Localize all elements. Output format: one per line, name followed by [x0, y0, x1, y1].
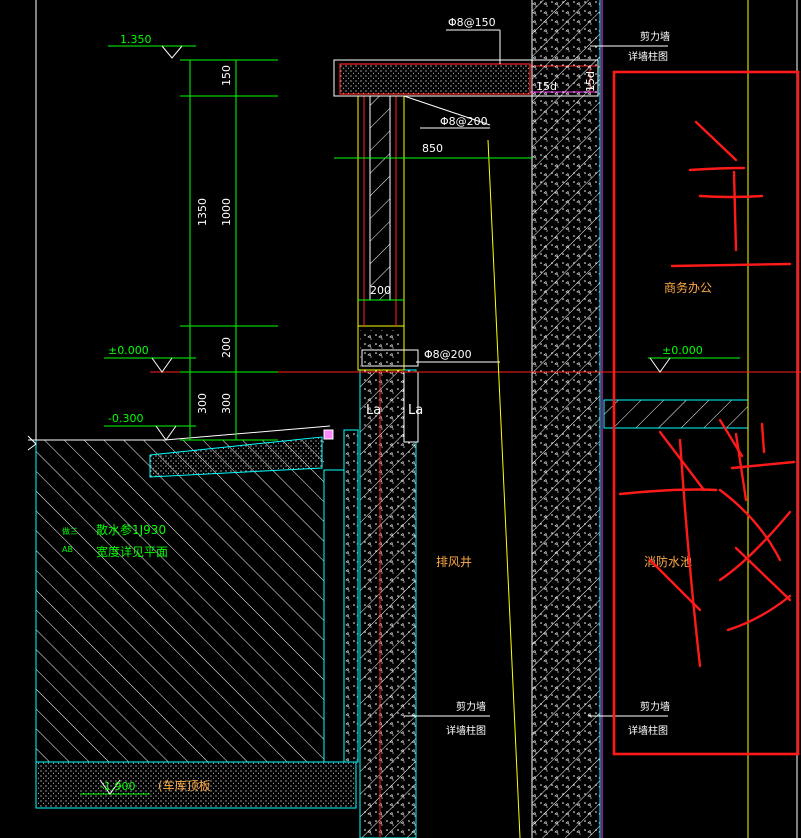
- level-zero-right-text: ±0.000: [662, 344, 703, 357]
- dim-300: 300: [196, 393, 209, 414]
- dim-150: 150: [220, 65, 233, 86]
- rebar-top-label: Φ8@150: [448, 16, 496, 29]
- cad-drawing: 1.350 ±0.000 -0.300 ±0.000 -1.900 150 13…: [27, 0, 801, 838]
- office-label: 商务办公: [664, 280, 712, 295]
- rebar-mid-label: Φ8@200: [440, 115, 488, 128]
- rebar-low-label: Φ8@200: [424, 348, 472, 361]
- dim-15d-a: 15d: [536, 80, 557, 93]
- drain-note-2: 宽度详见平面: [96, 544, 168, 559]
- level-zero-left-text: ±0.000: [108, 344, 149, 357]
- dim-850: 850: [422, 142, 443, 155]
- level-marker-zero-left: ±0.000: [104, 344, 196, 373]
- level-minus-text: -0.300: [108, 412, 143, 425]
- pool-roof-slab: [603, 399, 749, 429]
- dim-1000: 1000: [220, 198, 233, 226]
- shear-mid-1: 剪力墙: [456, 700, 486, 713]
- dim-15d-b: 15d: [584, 71, 597, 92]
- guide-line: [487, 139, 521, 838]
- shaft-wall: [359, 369, 419, 838]
- dim-300b: 300: [220, 393, 233, 414]
- dim-1350: 1350: [196, 198, 209, 226]
- drain-note-1: 散水参1J930: [96, 522, 166, 537]
- exhaust-label: 排风井: [436, 555, 472, 569]
- soil-backfill: [27, 435, 324, 762]
- shear-bot-2: 详墙柱图: [628, 724, 668, 737]
- shear-bot-1: 剪力墙: [640, 700, 670, 713]
- parapet-wall: [357, 95, 419, 371]
- dim-200: 200: [220, 337, 233, 358]
- dim-200-width: 200: [370, 284, 391, 297]
- main-shear-wall: [531, 0, 603, 838]
- level-top-text: 1.350: [120, 33, 152, 46]
- drain-tag-2: AB: [62, 545, 73, 554]
- la-label-2: La: [408, 403, 423, 418]
- shear-mid-2: 详墙柱图: [446, 724, 486, 737]
- level-garage-text: -1.900: [100, 780, 135, 793]
- level-marker-zero-right: ±0.000: [648, 344, 740, 373]
- shear-top-1: 剪力墙: [640, 30, 670, 43]
- la-label-1: La: [366, 403, 381, 418]
- level-marker-top: 1.350: [108, 33, 196, 59]
- shear-top-2: 详墙柱图: [628, 50, 668, 63]
- drain-tag: 做三: [62, 526, 78, 536]
- outer-wall: [323, 429, 359, 763]
- garage-roof-label: (车库顶板: [158, 778, 211, 793]
- level-marker-minus: -0.300: [104, 412, 196, 441]
